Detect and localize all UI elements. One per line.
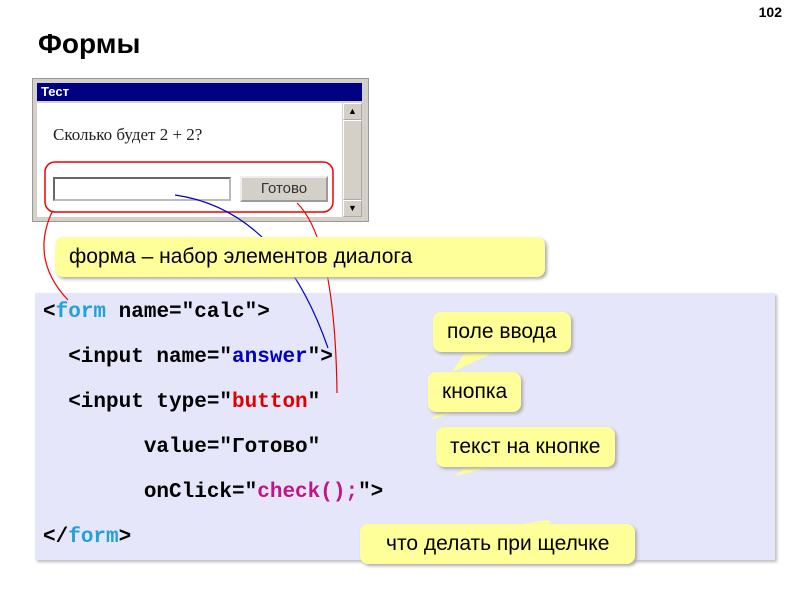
callout-onclick: что делать при щелчке [360, 524, 636, 564]
callout-button: кнопка [428, 372, 522, 412]
callout-form: форма – набор элементов диалога [55, 237, 545, 277]
callout-button-text: текст на кнопке [436, 427, 615, 467]
callout-input: поле ввода [433, 312, 571, 352]
annotation-lines [43, 161, 552, 525]
